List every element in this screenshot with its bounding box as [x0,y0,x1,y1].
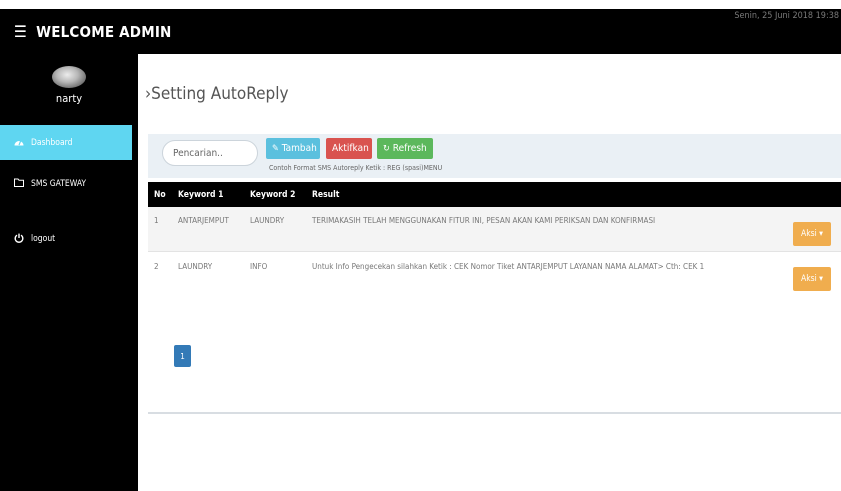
sidebar-item-dashboard[interactable]: Dashboard [0,125,132,160]
username: narty [55,92,83,105]
power-icon [13,233,25,246]
tambah-label: Tambah [281,143,317,154]
sidebar-item-label: SMS GATEWAY [31,179,87,189]
column-header-keyword2: Keyword 2 [250,189,296,200]
cell-keyword2: LAUNDRY [250,215,285,225]
refresh-label: Refresh [392,143,427,154]
sidebar-item-label: logout [31,234,56,244]
table-row: 1 ANTARJEMPUT LAUNDRY TERIMAKASIH TELAH … [148,207,841,252]
aksi-dropdown-button[interactable]: Aksi ▾ [793,222,831,246]
brand: ☰ WELCOME ADMIN [14,9,172,54]
table-header: No Keyword 1 Keyword 2 Result [148,182,841,207]
column-header-result: Result [312,189,340,200]
sidebar-item-logout[interactable]: logout [0,222,132,256]
dashboard-icon [13,137,25,149]
cell-result: TERIMAKASIH TELAH MENGGUNAKAN FITUR INI,… [312,215,656,225]
top-navbar: ☰ WELCOME ADMIN Senin, 25 Juni 2018 19:3… [0,9,841,54]
cell-result: Untuk Info Pengecekan silahkan Ketik : C… [312,261,705,271]
cell-keyword1: LAUNDRY [178,261,213,271]
hamburger-icon[interactable]: ☰ [14,22,27,41]
app-title: WELCOME ADMIN [36,22,172,41]
toolbar: ✎ Tambah Aktifkan ↻ Refresh Contoh Forma… [148,134,841,178]
folder-icon [13,178,25,190]
tambah-button[interactable]: ✎ Tambah [266,138,320,159]
sidebar-item-label: Dashboard [31,137,73,148]
sidebar: narty Dashboard SMS GATEWAY logout [0,54,138,491]
column-header-no: No [154,189,166,200]
top-strip [0,0,841,9]
cell-keyword2: INFO [250,261,268,271]
refresh-button[interactable]: ↻ Refresh [377,138,433,159]
refresh-icon: ↻ [383,143,390,154]
datetime: Senin, 25 Juni 2018 19:38 [734,11,839,21]
column-header-keyword1: Keyword 1 [178,189,224,200]
page-title: ›Setting AutoReply [145,84,289,104]
pagination-page-1[interactable]: 1 [174,345,191,367]
cell-no: 1 [154,215,159,225]
panel-divider [148,412,841,414]
edit-icon: ✎ [272,143,279,154]
aksi-dropdown-button[interactable]: Aksi ▾ [793,267,831,291]
sidebar-item-sms-gateway[interactable]: SMS GATEWAY [0,167,132,201]
aktifkan-button[interactable]: Aktifkan [326,138,372,159]
search-input[interactable] [162,140,258,166]
cell-keyword1: ANTARJEMPUT [178,215,229,225]
table-row: 2 LAUNDRY INFO Untuk Info Pengecekan sil… [148,253,841,298]
format-hint: Contoh Format SMS Autoreply Ketik : REG … [269,164,443,172]
aktifkan-label: Aktifkan [332,143,369,154]
cell-no: 2 [154,261,159,271]
avatar [52,66,86,88]
